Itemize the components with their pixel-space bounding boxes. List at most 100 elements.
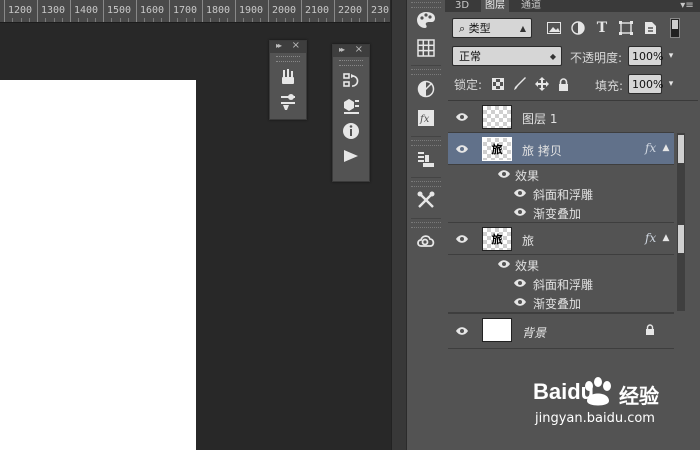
ruler-tick-label: 1900 bbox=[239, 5, 264, 16]
ruler-tick-label: 1800 bbox=[206, 5, 231, 16]
filter-pixel-icon[interactable] bbox=[546, 20, 562, 36]
lock-transparent-pixels-icon[interactable] bbox=[491, 77, 505, 91]
3d-cube-icon[interactable] bbox=[333, 95, 369, 117]
panel-grip[interactable] bbox=[339, 60, 363, 66]
styles-fx-icon[interactable]: fx bbox=[411, 106, 441, 130]
actions-play-icon[interactable] bbox=[333, 145, 369, 167]
history-icon[interactable] bbox=[333, 70, 369, 92]
adjustments-icon[interactable] bbox=[411, 77, 441, 101]
fill-slider-arrow-icon[interactable]: ▾ bbox=[664, 76, 678, 92]
layer-name[interactable]: 旅 bbox=[522, 232, 534, 249]
layer-row-background[interactable]: 背景 bbox=[448, 313, 674, 349]
effect-visibility-eye-icon[interactable] bbox=[513, 278, 527, 288]
tab-channels[interactable]: 通道 bbox=[517, 0, 545, 12]
lock-all-icon[interactable] bbox=[556, 76, 570, 92]
layer-name[interactable]: 旅 拷贝 bbox=[522, 142, 562, 159]
document-canvas[interactable] bbox=[0, 80, 196, 450]
effect-visibility-eye-icon[interactable] bbox=[513, 297, 527, 307]
tab-layers[interactable]: 图层 bbox=[481, 0, 509, 12]
tools-icon[interactable] bbox=[411, 188, 441, 212]
visibility-eye-icon[interactable] bbox=[455, 234, 469, 244]
ruler-minor-tick bbox=[61, 18, 63, 22]
effect-visibility-eye-icon[interactable] bbox=[513, 207, 527, 217]
layer-effects-fx-icon[interactable]: fx bbox=[645, 141, 656, 155]
ruler-minor-tick bbox=[251, 18, 253, 22]
filter-adjustment-icon[interactable] bbox=[570, 20, 586, 36]
lock-image-pixels-icon[interactable] bbox=[512, 76, 528, 92]
effects-label[interactable]: 效果 bbox=[515, 257, 539, 274]
opacity-input[interactable]: 100% bbox=[628, 46, 663, 66]
info-icon[interactable] bbox=[333, 120, 369, 142]
layer-row[interactable]: 图层 1 bbox=[448, 101, 674, 133]
scrollbar-thumb[interactable] bbox=[678, 135, 684, 163]
ruler-minor-tick bbox=[45, 18, 47, 22]
brush-preset-icon[interactable] bbox=[270, 66, 306, 88]
ruler-tick: 1200 bbox=[4, 0, 32, 22]
layer-effects-fx-icon[interactable]: fx bbox=[645, 231, 656, 245]
dock-grip[interactable] bbox=[411, 181, 441, 187]
panel-grip[interactable] bbox=[276, 56, 300, 62]
lock-position-icon[interactable] bbox=[534, 76, 550, 92]
close-icon[interactable]: × bbox=[355, 44, 363, 55]
scrollbar-thumb[interactable] bbox=[678, 225, 684, 253]
visibility-eye-icon[interactable] bbox=[455, 144, 469, 154]
layer-name[interactable]: 图层 1 bbox=[522, 110, 557, 127]
creative-cloud-icon[interactable] bbox=[411, 228, 441, 252]
layer-row-selected[interactable]: 旅 旅 拷贝 fx ▲ bbox=[448, 133, 674, 165]
panel-separator[interactable] bbox=[391, 0, 406, 450]
brush-settings-icon[interactable] bbox=[270, 91, 306, 113]
ruler-minor-tick bbox=[160, 18, 162, 22]
swatches-grid-icon[interactable] bbox=[411, 36, 441, 60]
layer-thumbnail[interactable] bbox=[482, 105, 512, 129]
palette-icon[interactable] bbox=[411, 8, 441, 32]
ruler-minor-tick bbox=[144, 18, 146, 22]
baidu-jingyan-watermark: Baidu 经验 jingyan.baidu.com bbox=[533, 375, 693, 435]
close-icon[interactable]: × bbox=[292, 40, 300, 51]
ruler-minor-tick bbox=[292, 18, 294, 22]
ruler-minor-tick bbox=[317, 18, 319, 22]
filter-type-icon[interactable]: T bbox=[594, 20, 610, 36]
layer-list-scrollbar[interactable] bbox=[677, 133, 685, 311]
blend-mode-select[interactable]: 正常 ◆ bbox=[452, 46, 562, 66]
layer-thumbnail[interactable] bbox=[482, 318, 512, 342]
ruler-tick-label: 2200 bbox=[338, 5, 363, 16]
collapse-icon[interactable]: ▸▸ bbox=[276, 41, 282, 50]
filter-toggle-switch[interactable] bbox=[670, 18, 680, 38]
layer-row[interactable]: 旅 旅 fx ▲ bbox=[448, 223, 674, 255]
filter-type-select[interactable]: ⌕ 类型 ▲ bbox=[452, 18, 532, 38]
visibility-eye-icon[interactable] bbox=[455, 326, 469, 336]
expand-effects-caret-icon[interactable]: ▲ bbox=[661, 233, 671, 243]
mini-panel-header[interactable]: ▸▸ × bbox=[270, 40, 306, 53]
layer-thumbnail[interactable]: 旅 bbox=[482, 227, 512, 251]
effect-gradient-overlay[interactable]: 渐变叠加 bbox=[533, 295, 581, 312]
thumbnail-glyph: 旅 bbox=[491, 143, 503, 156]
fill-input[interactable]: 100% bbox=[628, 74, 663, 94]
mini-panel-header[interactable]: ▸▸ × bbox=[333, 44, 369, 57]
effect-bevel-emboss[interactable]: 斜面和浮雕 bbox=[533, 186, 593, 203]
character-tool-preset-icon[interactable] bbox=[411, 147, 441, 171]
dock-grip[interactable] bbox=[411, 140, 441, 146]
panel-menu-icon[interactable]: ▾≡ bbox=[677, 0, 697, 12]
opacity-slider-arrow-icon[interactable]: ▾ bbox=[664, 48, 678, 64]
effect-gradient-overlay[interactable]: 渐变叠加 bbox=[533, 205, 581, 222]
visibility-eye-icon[interactable] bbox=[455, 112, 469, 122]
dock-divider bbox=[411, 218, 441, 219]
fill-label: 填充: bbox=[595, 79, 624, 93]
layer-name[interactable]: 背景 bbox=[522, 324, 546, 341]
expand-effects-caret-icon[interactable]: ▲ bbox=[661, 143, 671, 153]
effect-bevel-emboss[interactable]: 斜面和浮雕 bbox=[533, 276, 593, 293]
ruler-tick: 2100 bbox=[301, 0, 329, 22]
effects-visibility-eye-icon[interactable] bbox=[497, 169, 511, 179]
layer-thumbnail[interactable]: 旅 bbox=[482, 137, 512, 161]
collapse-icon[interactable]: ▸▸ bbox=[339, 45, 345, 54]
filter-shape-icon[interactable] bbox=[618, 20, 634, 36]
ruler-minor-tick bbox=[111, 18, 113, 22]
effect-visibility-eye-icon[interactable] bbox=[513, 188, 527, 198]
effects-visibility-eye-icon[interactable] bbox=[497, 259, 511, 269]
effects-label[interactable]: 效果 bbox=[515, 167, 539, 184]
chevron-updown-icon: ◆ bbox=[549, 52, 556, 61]
tab-3d[interactable]: 3D bbox=[449, 0, 475, 12]
dock-grip[interactable] bbox=[411, 69, 441, 75]
ruler-minor-tick bbox=[94, 18, 96, 22]
filter-smart-object-icon[interactable] bbox=[642, 20, 658, 36]
